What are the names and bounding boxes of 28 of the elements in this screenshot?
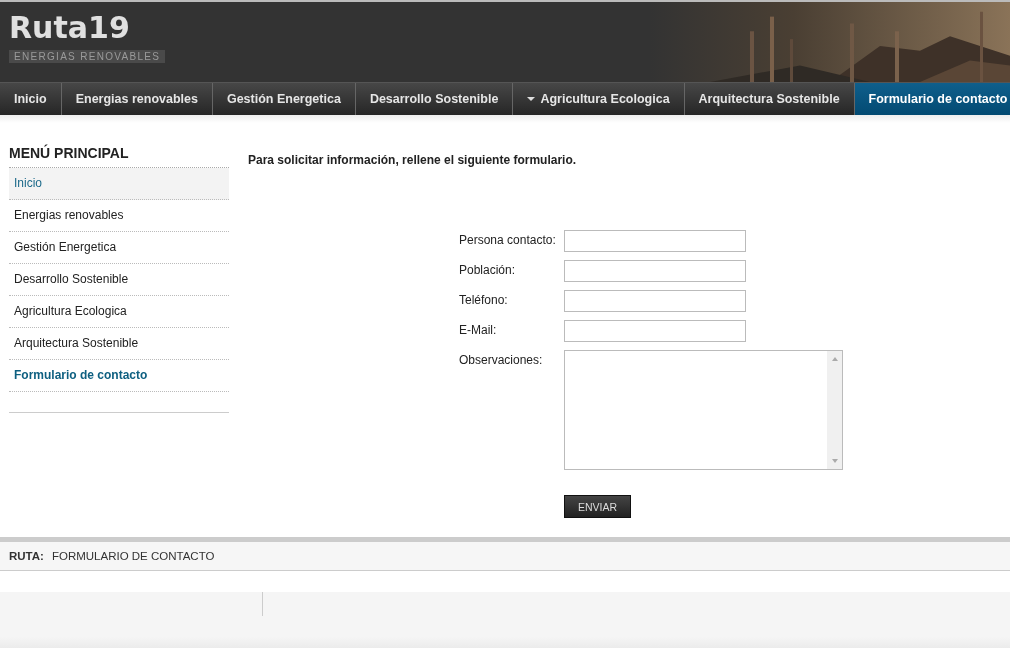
sidebar-item[interactable]: Inicio [9,168,229,200]
sidebar-item[interactable]: Formulario de contacto [9,360,229,392]
field-label: Población: [459,262,517,277]
field-label: Persona contacto: [459,232,557,247]
breadcrumb-label: RUTA: [9,550,44,562]
sidebar-item[interactable]: Gestión Energetica [9,232,229,264]
sidebar-item[interactable]: Desarrollo Sostenible [9,264,229,296]
sidebar-item[interactable]: Agricultura Ecologica [9,296,229,328]
site-title[interactable]: Ruta19 [9,11,130,45]
caret-icon [527,97,536,101]
nav-tab[interactable]: Formulario de contacto [854,83,1010,115]
field-label: Teléfono: [459,292,509,307]
observations-field[interactable] [564,350,843,470]
scroll-down-icon[interactable] [831,459,838,463]
field-label: Observaciones: [459,352,544,367]
site-tagline: ENERGIAS RENOVABLES [9,50,166,63]
input-field[interactable] [564,260,746,282]
field-label: E-Mail: [459,322,498,337]
scroll-up-icon[interactable] [831,357,838,361]
input-field[interactable] [564,230,746,252]
scrollbar[interactable] [827,351,842,469]
sidebar-item[interactable]: Energias renovables [9,200,229,232]
input-field[interactable] [564,320,746,342]
form-intro: Para solicitar información, rellene el siguiente formulario. [248,153,578,167]
sidebar-item[interactable]: Arquitectura Sostenible [9,328,229,360]
input-field[interactable] [564,290,746,312]
breadcrumb-item: FORMULARIO DE CONTACTO [51,550,215,562]
submit-button[interactable]: ENVIAR [564,495,631,518]
